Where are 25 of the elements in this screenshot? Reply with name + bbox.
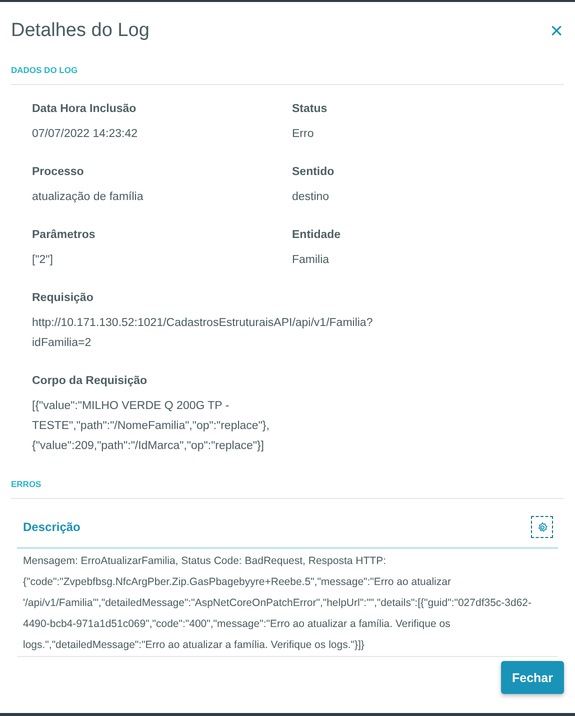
field-value: Familia bbox=[292, 253, 330, 268]
field-label: Requisição bbox=[32, 292, 94, 304]
field-value: 07/07/2022 14:23:42 bbox=[32, 127, 139, 142]
field-label: Status bbox=[292, 103, 328, 115]
settings-button[interactable] bbox=[531, 516, 553, 538]
field-label: Parâmetros bbox=[32, 229, 96, 241]
field-label: Entidade bbox=[292, 229, 342, 241]
field-label: Corpo da Requisição bbox=[32, 375, 148, 387]
close-dialog-button[interactable]: Fechar bbox=[501, 661, 564, 694]
section-title: ERROS bbox=[11, 479, 42, 489]
field-value: Erro bbox=[292, 127, 315, 142]
field-label: Sentido bbox=[292, 166, 336, 178]
field-value: http://10.171.130.52:1021/CadastrosEstruturaisAPI/api/v1/Familia?idFamilia=2 bbox=[32, 316, 374, 351]
settings-icon bbox=[536, 522, 548, 532]
field-label: Processo bbox=[32, 166, 85, 178]
close-button[interactable]: × bbox=[549, 20, 564, 42]
section-title: DADOS DO LOG bbox=[11, 65, 78, 75]
dialog-title: Detalhes do Log bbox=[11, 20, 150, 42]
field-value: destino bbox=[292, 190, 330, 205]
field-value: atualização de família bbox=[32, 190, 144, 205]
field-value: [{"value":"MILHO VERDE Q 200G TP - TESTE","path":"/NomeFamilia","op":"replace"},{"value":209,"path":"/IdMarca","op":"replace"}] bbox=[32, 399, 270, 454]
field-value: ["2"] bbox=[32, 253, 54, 268]
column-header: Descrição bbox=[23, 520, 80, 534]
field-label: Data Hora Inclusão bbox=[32, 103, 138, 115]
table-cell: Mensagem: ErroAtualizarFamilia, Status Code: BadRequest, Resposta HTTP: {"code":"Zvpebfbsg.NfcArgPber.Zip.GasPbagebyyre+Reebe.5","message":"Erro ao atualizar '/api/v1/Familia'","detailedMessage":"AspNetCoreOnPatchError","helpUrl":"","details":[{"guid":"027df35c-3d62-4490-bcb4-971a1d51c069","code":"400","message":"Erro ao atualizar a família. Verifique os logs.","detailedMessage":"Erro ao atualizar a família. Verifique os logs."}]} bbox=[17, 549, 558, 657]
